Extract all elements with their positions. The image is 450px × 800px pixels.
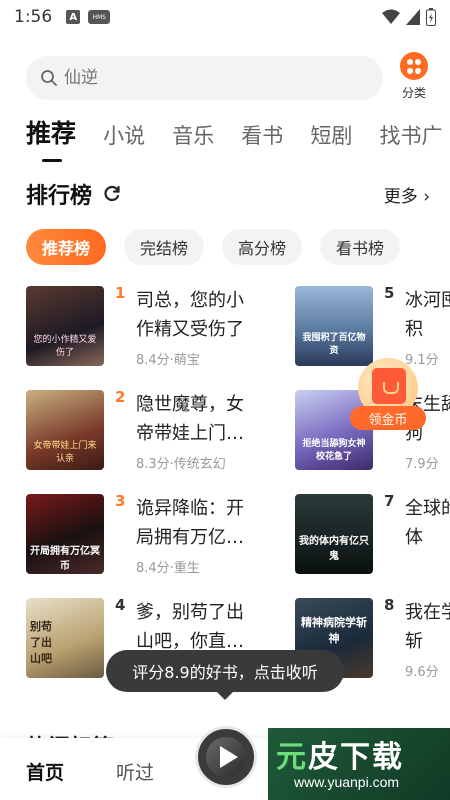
red-envelope-icon [372,368,406,404]
play-icon [220,746,238,768]
cover-text: 精神病院学斩神 [301,616,367,645]
search-icon [41,70,57,86]
watermark-brand-1: 元 [276,740,308,775]
book-meta: 9.6分 [405,665,439,680]
refresh-icon[interactable] [103,185,121,203]
book-cover: 开局拥有万亿冥币 [26,494,104,574]
watermark-brand-2: 皮下载 [308,740,404,775]
book-title: 隐世魔尊，女帝带娃上门… [136,394,244,444]
cover-text: 别苟了出山吧 [30,620,52,665]
book-title: 爹，别苟了出山吧，你直… [136,602,244,652]
cover-text: 女帝带娃上门来认亲 [33,441,97,464]
book-meta: 8.3分·传统玄幻 [136,457,226,472]
rank-number: 2 [115,388,126,406]
tab-reading[interactable]: 看书 [241,120,283,150]
category-icon [400,52,428,80]
book-meta: 7.9分 [405,457,439,472]
book-cover: 我的体内有亿只鬼 [295,494,373,574]
search-row: 分类 [26,52,436,102]
tab-find-book[interactable]: 找书广 [379,120,442,150]
chip-recommend[interactable]: 推荐榜 [26,229,107,265]
book-item[interactable]: 您的小作精又爱伤了 1 司总，您的小作精又受伤了 8.4分·萌宝 [26,284,276,370]
book-title: 我在学斩 [405,602,450,652]
watermark-logo: 元皮下载 www.yuanpi.com [268,728,450,800]
listen-toast[interactable]: 评分8.9的好书，点击收听 [106,650,344,700]
nav-listened[interactable]: 听过 [116,758,154,785]
more-button[interactable]: 更多 › [384,182,430,207]
status-time: 1:56 [14,7,53,27]
cover-text: 我的体内有亿只鬼 [299,536,369,562]
status-bar: 1:56 A HMS [0,0,450,34]
cover-text: 您的小作精又爱伤了 [33,335,97,358]
book-meta: 8.4分·重生 [136,561,200,576]
tab-novel[interactable]: 小说 [103,120,145,150]
battery-icon [426,8,436,26]
rank-number: 8 [384,596,395,614]
search-input[interactable] [64,68,344,88]
ranking-chips: 推荐榜 完结榜 高分榜 看书榜 [26,229,401,265]
cover-text: 拒绝当舔狗女神校花急了 [302,439,366,462]
book-title: 冰河囤积 [405,290,450,340]
mini-player-button[interactable] [195,726,257,788]
category-label: 分类 [401,86,426,100]
tab-short-drama[interactable]: 短剧 [310,120,352,150]
status-indicators [382,8,436,26]
rank-number: 5 [384,284,395,302]
book-meta: 8.4分·萌宝 [136,353,200,368]
rank-number: 1 [115,284,126,302]
book-item[interactable]: 开局拥有万亿冥币 3 诡异降临：开局拥有万亿… 8.4分·重生 [26,492,276,578]
rank-number: 4 [115,596,126,614]
chip-reading[interactable]: 看书榜 [320,229,401,265]
book-item[interactable]: 我的体内有亿只鬼 7 全球的体 [295,492,450,578]
notification-a-icon: A [66,10,81,24]
chevron-right-icon: › [423,187,430,207]
signal-icon [406,9,420,25]
book-title: 诡异降临：开局拥有万亿… [136,498,244,548]
book-item[interactable]: 女帝带娃上门来认亲 2 隐世魔尊，女帝带娃上门… 8.3分·传统玄幻 [26,388,276,474]
search-box[interactable] [26,56,383,100]
category-button[interactable]: 分类 [392,52,436,104]
book-title: 司总，您的小作精又受伤了 [136,290,244,340]
book-cover: 我囤积了百亿物资 [295,286,373,366]
book-cover: 别苟了出山吧 [26,598,104,678]
more-label: 更多 [383,187,418,207]
cover-text: 我囤积了百亿物资 [302,333,366,356]
tab-music[interactable]: 音乐 [172,120,214,150]
top-tabs: 推荐 小说 音乐 看书 短剧 找书广 [26,114,450,164]
rank-number: 7 [384,492,395,510]
ranking-title: 排行榜 [26,184,93,209]
watermark-url: www.yuanpi.com [294,774,400,790]
cover-text: 开局拥有万亿冥币 [30,546,100,572]
book-cover: 女帝带娃上门来认亲 [26,390,104,470]
book-cover: 您的小作精又爱伤了 [26,286,104,366]
nav-home[interactable]: 首页 [26,758,64,785]
wifi-icon [382,9,400,24]
tab-recommend[interactable]: 推荐 [26,114,76,162]
ranking-header: 排行榜 更多 › [26,178,430,210]
gold-coin-float-button[interactable]: 领金币 [350,358,426,436]
gold-coin-label: 领金币 [350,406,426,430]
hms-icon: HMS [88,10,111,24]
rank-number: 3 [115,492,126,510]
chip-completed[interactable]: 完结榜 [124,229,205,265]
chip-high-score[interactable]: 高分榜 [222,229,303,265]
book-title: 全球的体 [405,498,450,548]
